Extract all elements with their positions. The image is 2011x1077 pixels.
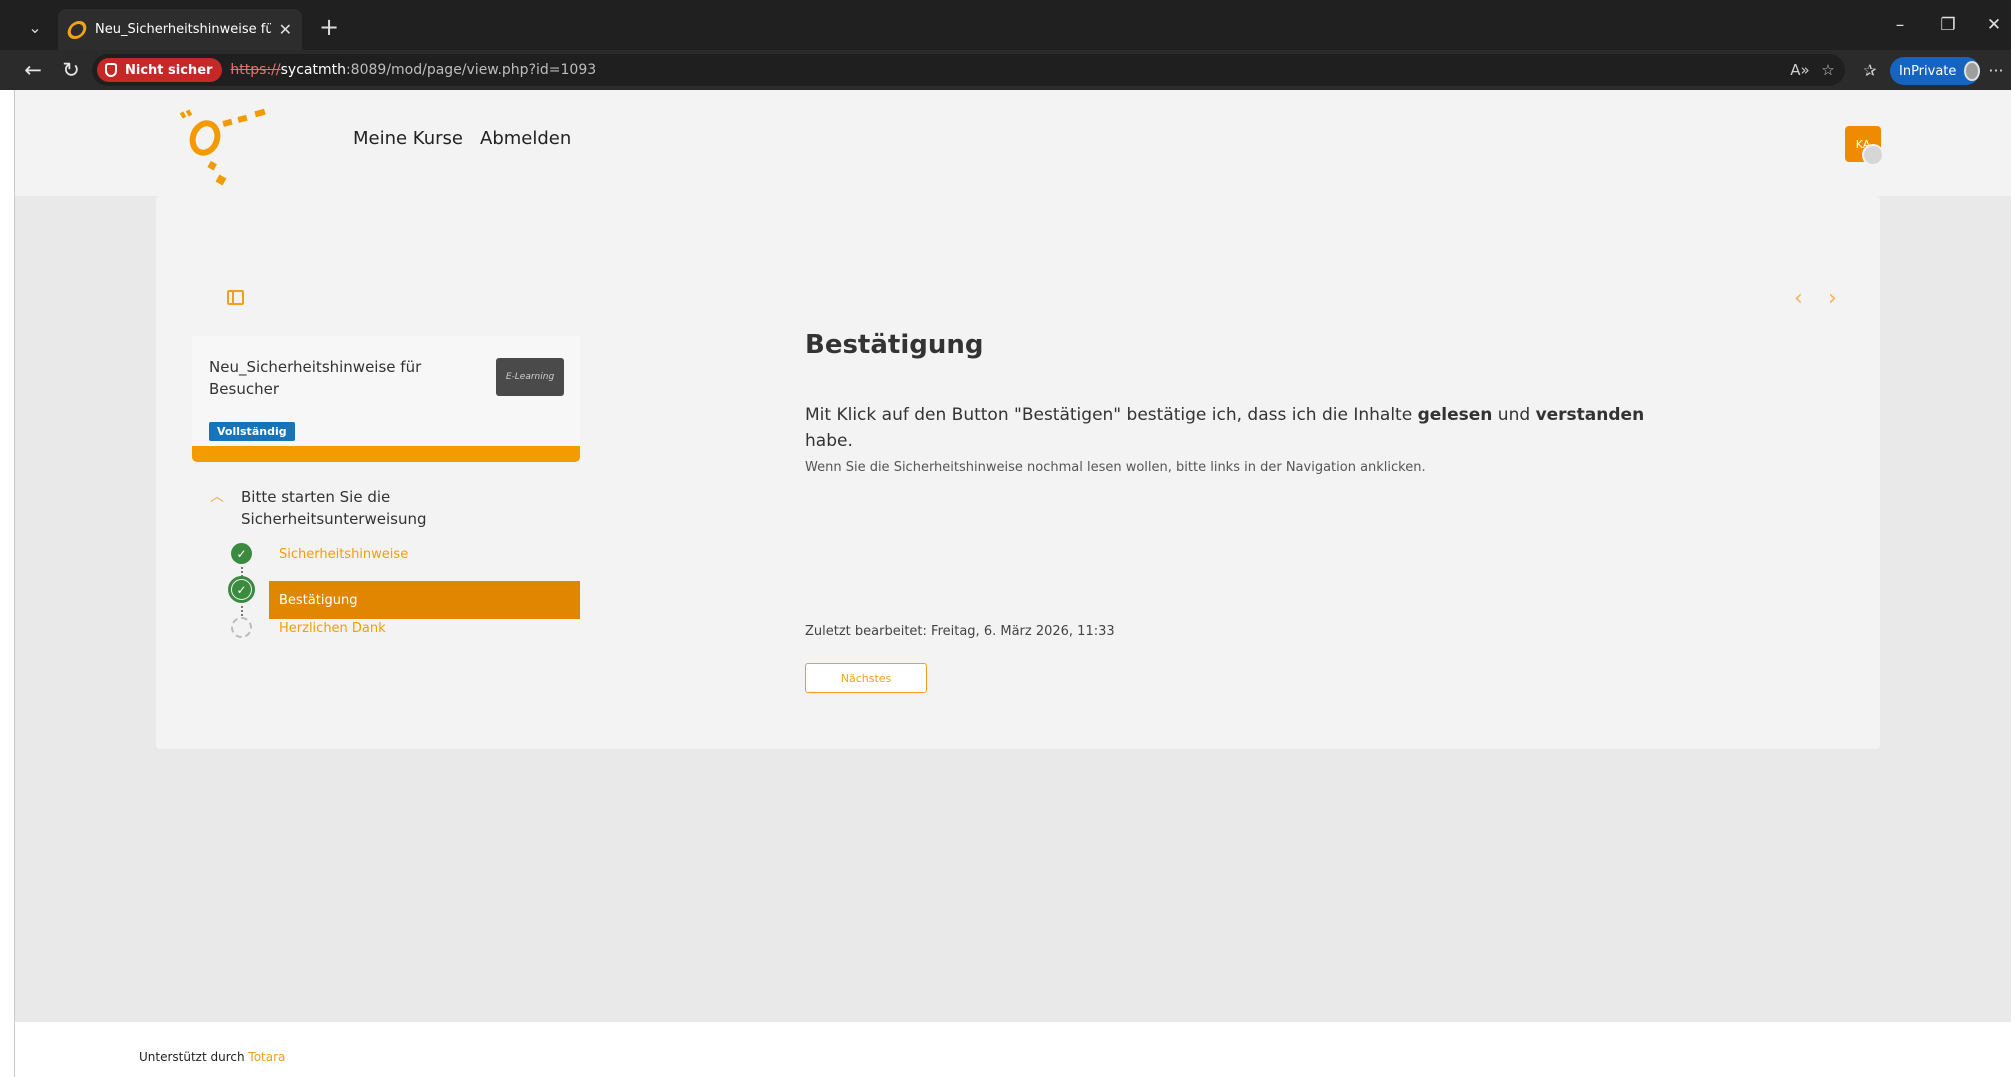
nav-link-abmelden[interactable]: Abmelden <box>480 128 571 149</box>
inprivate-button[interactable]: InPrivate <box>1890 57 1980 85</box>
completed-check-icon: ✓ <box>231 543 252 564</box>
current-completed-check-icon: ✓ <box>228 576 255 603</box>
star-icon[interactable]: ☆ <box>1814 58 1842 82</box>
course-progress-bar <box>192 446 580 462</box>
url-text[interactable]: https://sycatmth:8089/mod/page/view.php?… <box>230 62 596 78</box>
confirmation-text: Mit Klick auf den Button "Bestätigen" be… <box>805 405 1645 451</box>
tab-close-icon[interactable]: ✕ <box>279 20 292 39</box>
course-thumbnail: E-Learning <box>496 358 564 396</box>
browser-toolbar: ← ↻ Nicht sicher https://sycatmth:8089/m… <box>0 50 2011 90</box>
user-profile-icon <box>1862 144 1884 166</box>
footer: Unterstützt durch Totara <box>15 1022 2011 1077</box>
last-modified: Zuletzt bearbeitet: Freitag, 6. März 202… <box>805 624 1115 639</box>
section-title[interactable]: Bitte starten Sie die Sicherheitsunterwe… <box>241 486 501 530</box>
activity-item-herzlichen-dank[interactable]: Herzlichen Dank <box>269 609 580 647</box>
section-collapse-chevron-up-icon[interactable]: ︿ <box>210 486 224 506</box>
next-button[interactable]: Nächstes <box>805 663 927 693</box>
tab-title: Neu_Sicherheitshinweise für Besucher <box>95 22 271 37</box>
profile-avatar-icon <box>1964 61 1980 81</box>
favorites-icon[interactable]: ✰ <box>1856 58 1884 82</box>
content-card: Neu_Sicherheitshinweise für Besucher E-L… <box>156 196 1880 749</box>
back-arrow-icon[interactable]: ← <box>17 55 49 85</box>
more-icon[interactable]: ··· <box>1984 56 2008 84</box>
connector-line <box>241 606 243 616</box>
navigation-hint: Wenn Sie die Sicherheitshinweise nochmal… <box>805 460 1426 475</box>
next-activity-chevron-right-icon[interactable]: › <box>1828 286 1837 311</box>
page-title: Bestätigung <box>805 330 984 360</box>
site-header: Meine Kurse Abmelden KA <box>15 90 2011 196</box>
minimize-icon[interactable]: – <box>1880 10 1920 40</box>
site-logo-icon[interactable] <box>163 98 283 194</box>
browser-tab[interactable]: Neu_Sicherheitshinweise für Besucher ✕ <box>58 9 302 50</box>
activity-label: Herzlichen Dank <box>279 620 386 636</box>
address-bar[interactable]: Nicht sicher https://sycatmth:8089/mod/p… <box>92 54 1845 86</box>
sidebar-toggle-icon[interactable] <box>227 290 244 305</box>
read-aloud-icon[interactable]: A» <box>1786 58 1814 82</box>
reload-icon[interactable]: ↻ <box>55 55 87 85</box>
restore-icon[interactable]: ❐ <box>1928 10 1968 40</box>
course-progress-fill <box>192 446 580 462</box>
shield-icon <box>105 63 117 77</box>
url-host: sycatmth <box>280 62 346 78</box>
activity-label: Sicherheitshinweise <box>279 546 409 562</box>
nav-link-meine-kurse[interactable]: Meine Kurse <box>353 128 463 149</box>
new-tab-button[interactable]: + <box>314 12 344 42</box>
footer-text: Unterstützt durch Totara <box>139 1050 286 1064</box>
url-path: :8089/mod/page/view.php?id=1093 <box>345 62 597 78</box>
activity-item-sicherheitshinweise[interactable]: Sicherheitshinweise <box>269 535 580 573</box>
page: Meine Kurse Abmelden KA Neu_Sicherheitsh… <box>14 90 2011 1077</box>
browser-titlebar: ⌄ Neu_Sicherheitshinweise für Besucher ✕… <box>0 0 2011 50</box>
inprivate-label: InPrivate <box>1899 63 1957 79</box>
course-title[interactable]: Neu_Sicherheitshinweise für Besucher <box>209 356 469 400</box>
course-summary: Neu_Sicherheitshinweise für Besucher E-L… <box>192 336 580 458</box>
close-icon[interactable]: ✕ <box>1974 10 2011 40</box>
footer-link-totara[interactable]: Totara <box>248 1050 285 1064</box>
activity-label: Bestätigung <box>279 592 358 608</box>
url-scheme: https:// <box>230 62 281 78</box>
pending-circle-icon <box>231 617 252 638</box>
site-favicon-icon <box>65 20 89 39</box>
previous-activity-chevron-left-icon[interactable]: ‹ <box>1794 286 1803 311</box>
status-badge: Vollständig <box>209 422 295 441</box>
security-badge[interactable]: Nicht sicher <box>97 58 223 82</box>
security-label: Nicht sicher <box>125 62 213 78</box>
tab-list-chevron-down-icon[interactable]: ⌄ <box>18 12 52 42</box>
